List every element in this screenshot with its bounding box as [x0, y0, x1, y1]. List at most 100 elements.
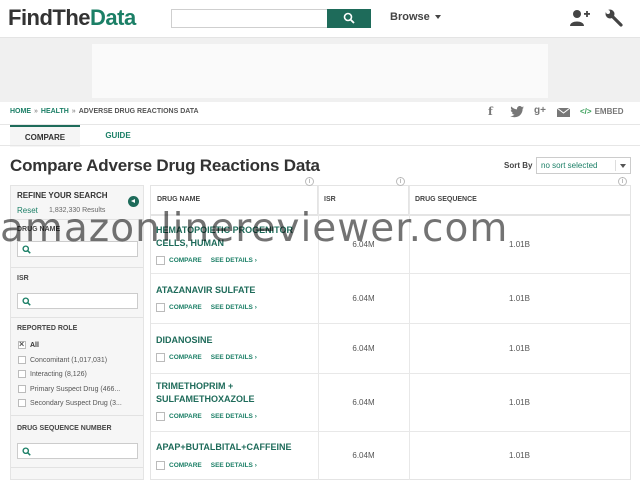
drug-sequence-value: 1.01B	[509, 294, 530, 303]
search-icon	[22, 245, 31, 254]
role-option-interacting[interactable]: Interacting (8,126)	[18, 370, 87, 378]
tab-divider	[0, 145, 640, 146]
browse-label: Browse	[390, 11, 430, 23]
add-user-icon[interactable]	[570, 9, 590, 27]
code-icon: </>	[580, 107, 592, 116]
compare-label[interactable]: COMPARE	[169, 413, 202, 420]
isr-value: 6.04M	[352, 240, 375, 249]
see-details-link[interactable]: SEE DETAILS ›	[211, 354, 257, 361]
drug-name-filter-input[interactable]	[17, 241, 138, 257]
drug-name-link[interactable]: APAP+BUTALBITAL+CAFFEINE	[156, 441, 306, 454]
info-icon[interactable]: i	[618, 177, 627, 186]
drug-name-link[interactable]: ATAZANAVIR SULFATE	[156, 284, 306, 297]
compare-label[interactable]: COMPARE	[169, 462, 202, 469]
embed-label: EMBED	[594, 107, 624, 116]
filter-isr-label: ISR	[17, 275, 29, 282]
see-details-link[interactable]: SEE DETAILS ›	[211, 462, 257, 469]
filter-drug-name-label: DRUG NAME	[17, 226, 61, 233]
breadcrumb: HOME» HEALTH» ADVERSE DRUG REACTIONS DATA	[10, 108, 199, 115]
role-option-label: Primary Suspect Drug (466...	[30, 385, 121, 393]
tab-compare[interactable]: COMPARE	[10, 125, 80, 147]
ad-placeholder	[92, 44, 548, 98]
sidebar-divider	[11, 415, 143, 416]
drug-sequence-value: 1.01B	[509, 451, 530, 460]
see-details-link[interactable]: SEE DETAILS ›	[211, 304, 257, 311]
checkbox[interactable]	[18, 385, 26, 393]
result-count: 1,832,330 Results	[49, 207, 106, 214]
table-row: DIDANOSINE COMPARE SEE DETAILS › 6.04M 1.…	[151, 324, 630, 374]
sort-by-label: Sort By	[504, 161, 533, 170]
see-details-link[interactable]: SEE DETAILS ›	[211, 413, 257, 420]
compare-checkbox[interactable]	[156, 303, 165, 312]
twitter-icon[interactable]	[510, 106, 524, 118]
role-option-secondary-suspect[interactable]: Secondary Suspect Drug (3...	[18, 399, 122, 407]
column-header-isr[interactable]: ISR i	[318, 177, 409, 214]
table-row: TRIMETHOPRIM + SULFAMETHOXAZOLE COMPARE S…	[151, 374, 630, 432]
top-bar: FindTheData Browse	[0, 0, 640, 38]
drug-sequence-value: 1.01B	[509, 344, 530, 353]
role-option-label: Concomitant (1,017,031)	[30, 356, 108, 364]
compare-checkbox[interactable]	[156, 353, 165, 362]
row-actions: COMPARE SEE DETAILS ›	[156, 412, 257, 421]
search-icon	[22, 447, 31, 456]
breadcrumb-separator: »	[71, 108, 76, 115]
reset-link[interactable]: Reset	[17, 206, 38, 215]
column-header-drug-name[interactable]: DRUG NAME i	[151, 177, 318, 214]
browse-menu[interactable]: Browse	[390, 11, 441, 23]
isr-filter-input[interactable]	[17, 293, 138, 309]
sort-select[interactable]: no sort selected	[536, 157, 631, 174]
compare-label[interactable]: COMPARE	[169, 257, 202, 264]
see-details-link[interactable]: SEE DETAILS ›	[211, 257, 257, 264]
info-icon[interactable]: i	[305, 177, 314, 186]
site-logo[interactable]: FindTheData	[8, 5, 136, 31]
isr-value: 6.04M	[352, 294, 375, 303]
compare-checkbox[interactable]	[156, 412, 165, 421]
table-row: ATAZANAVIR SULFATE COMPARE SEE DETAILS › …	[151, 274, 630, 324]
search-button[interactable]	[327, 9, 371, 28]
role-option-primary-suspect[interactable]: Primary Suspect Drug (466...	[18, 385, 120, 393]
tab-bar: COMPARE GUIDE	[0, 124, 640, 147]
checkbox[interactable]	[18, 339, 26, 349]
tab-guide[interactable]: GUIDE	[90, 125, 146, 147]
page-title: Compare Adverse Drug Reactions Data	[10, 156, 320, 175]
row-actions: COMPARE SEE DETAILS ›	[156, 303, 257, 312]
table-row: APAP+BUTALBITAL+CAFFEINE COMPARE SEE DETA…	[151, 432, 630, 480]
breadcrumb-health[interactable]: HEALTH	[41, 108, 69, 115]
row-actions: COMPARE SEE DETAILS ›	[156, 461, 257, 470]
checkbox[interactable]	[18, 370, 26, 378]
refine-title: REFINE YOUR SEARCH	[17, 191, 108, 200]
checkbox[interactable]	[18, 356, 26, 364]
facebook-icon[interactable]: f	[488, 105, 493, 118]
embed-button[interactable]: </> EMBED	[580, 107, 623, 116]
compare-label[interactable]: COMPARE	[169, 304, 202, 311]
table-row: HEMATOPOIETIC PROGENITOR CELLS, HUMAN CO…	[151, 216, 630, 274]
role-option-label: Secondary Suspect Drug (3...	[30, 399, 122, 407]
search-input[interactable]	[171, 9, 328, 28]
drug-sequence-filter-input[interactable]	[17, 443, 138, 459]
sort-selected-value: no sort selected	[541, 161, 598, 170]
role-option-label: All	[30, 341, 39, 349]
collapse-sidebar-icon[interactable]	[128, 196, 139, 207]
role-option-concomitant[interactable]: Concomitant (1,017,031)	[18, 356, 107, 364]
google-plus-icon[interactable]: g+	[534, 105, 546, 116]
drug-name-link[interactable]: DIDANOSINE	[156, 334, 306, 347]
breadcrumb-home[interactable]: HOME	[10, 108, 31, 115]
drug-name-link[interactable]: TRIMETHOPRIM + SULFAMETHOXAZOLE	[156, 380, 306, 406]
breadcrumb-separator: »	[34, 108, 38, 115]
sidebar-divider	[11, 317, 143, 318]
column-header-drug-sequence[interactable]: DRUG SEQUENCE i	[409, 177, 630, 214]
sidebar-divider	[11, 219, 143, 220]
compare-checkbox[interactable]	[156, 461, 165, 470]
compare-label[interactable]: COMPARE	[169, 354, 202, 361]
compare-table: DRUG NAME i ISR i DRUG SEQUENCE i HEMATOPOI…	[150, 177, 631, 480]
mail-icon[interactable]	[557, 108, 570, 117]
compare-checkbox[interactable]	[156, 256, 165, 265]
info-icon[interactable]: i	[396, 177, 405, 186]
wrench-icon[interactable]	[605, 9, 623, 27]
refine-sidebar: REFINE YOUR SEARCH Reset 1,832,330 Resul…	[10, 185, 144, 480]
filter-drug-sequence-label: DRUG SEQUENCE NUMBER	[17, 425, 112, 432]
drug-name-link[interactable]: HEMATOPOIETIC PROGENITOR CELLS, HUMAN	[156, 224, 306, 250]
role-option-all[interactable]: All	[18, 339, 39, 349]
checkbox[interactable]	[18, 399, 26, 407]
column-header-label: DRUG SEQUENCE	[415, 196, 477, 203]
